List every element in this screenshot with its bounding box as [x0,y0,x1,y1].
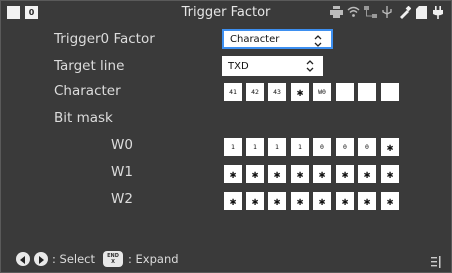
chevron-updown-icon [306,60,314,72]
end-key-sublabel: X [111,259,115,265]
character-cell-7[interactable] [358,83,376,101]
bitmask-cell[interactable]: ✱ [381,138,399,156]
expand-hint: : Expand [128,252,179,266]
bitmask-cell[interactable]: ✱ [268,192,286,210]
trigger-factor-value: Character [230,33,280,45]
bitmask-cell[interactable]: ✱ [381,192,399,210]
bitmask-cell[interactable]: ✱ [381,165,399,183]
bitmask-cell[interactable]: ✱ [224,165,242,183]
menu-collapse-icon[interactable] [431,253,441,272]
wifi-icon [346,5,360,19]
bitmask-cell[interactable]: 0 [313,138,331,156]
bitmask-row-label-w0: W0 [111,137,133,153]
power-plug-icon [431,5,445,19]
bitmask-cell[interactable]: 1 [246,138,264,156]
bitmask-cell[interactable]: ✱ [246,192,264,210]
printer-icon [329,5,343,19]
bitmask-cell[interactable]: ✱ [246,165,264,183]
bitmask-cell[interactable]: 0 [358,138,376,156]
target-line-value: TXD [228,60,249,72]
target-line-select[interactable]: TXD [222,56,323,76]
character-cell-3[interactable]: 43 [268,83,286,101]
character-cell-8[interactable] [381,83,399,101]
character-cell-2[interactable]: 42 [246,83,264,101]
system-icons [329,5,445,19]
trigger-factor-select[interactable]: Character [222,29,333,49]
trigger-factor-label: Trigger0 Factor [54,31,155,47]
right-arrow-button[interactable] [34,252,48,266]
bitmask-cell[interactable]: ✱ [291,192,309,210]
bitmask-row-label-w1: W1 [111,164,133,180]
end-key-button[interactable]: END X [103,251,123,267]
character-cell-4[interactable]: ✱ [291,83,309,101]
bitmask-row-label-w2: W2 [111,191,133,207]
character-cell-1[interactable]: 41 [224,83,242,101]
character-cell-6[interactable] [336,83,354,101]
bitmask-cell[interactable]: ✱ [358,165,376,183]
usb-icon [380,5,394,19]
bitmask-cell[interactable]: 0 [336,138,354,156]
bitmask-cell[interactable]: 1 [291,138,309,156]
footer-bar: : Select END X : Expand [1,246,451,272]
character-cell-5[interactable]: W0 [313,83,331,101]
left-arrow-icon [20,256,25,264]
chevron-updown-icon [314,35,322,47]
screen: 0 Trigger Factor Trigger0 Factor Charact… [0,0,452,273]
sd-card-icon [414,5,428,19]
bitmask-cell[interactable]: ✱ [224,192,242,210]
bitmask-cell[interactable]: ✱ [313,165,331,183]
bitmask-cell[interactable]: ✱ [336,165,354,183]
bit-mask-label: Bit mask [54,110,113,126]
status-bar: 0 Trigger Factor [1,1,451,25]
select-hint: : Select [52,252,96,266]
bitmask-cell[interactable]: ✱ [268,165,286,183]
bitmask-cell[interactable]: ✱ [358,192,376,210]
left-arrow-button[interactable] [16,252,30,266]
bitmask-cell[interactable]: ✱ [313,192,331,210]
target-line-label: Target line [54,58,125,74]
bitmask-cell[interactable]: 1 [224,138,242,156]
bitmask-cell[interactable]: ✱ [336,192,354,210]
character-label: Character [54,83,121,99]
bitmask-cell[interactable]: ✱ [291,165,309,183]
right-arrow-icon [39,256,44,264]
network-icon [363,5,377,19]
probe-icon [397,5,411,19]
bitmask-cell[interactable]: 1 [268,138,286,156]
